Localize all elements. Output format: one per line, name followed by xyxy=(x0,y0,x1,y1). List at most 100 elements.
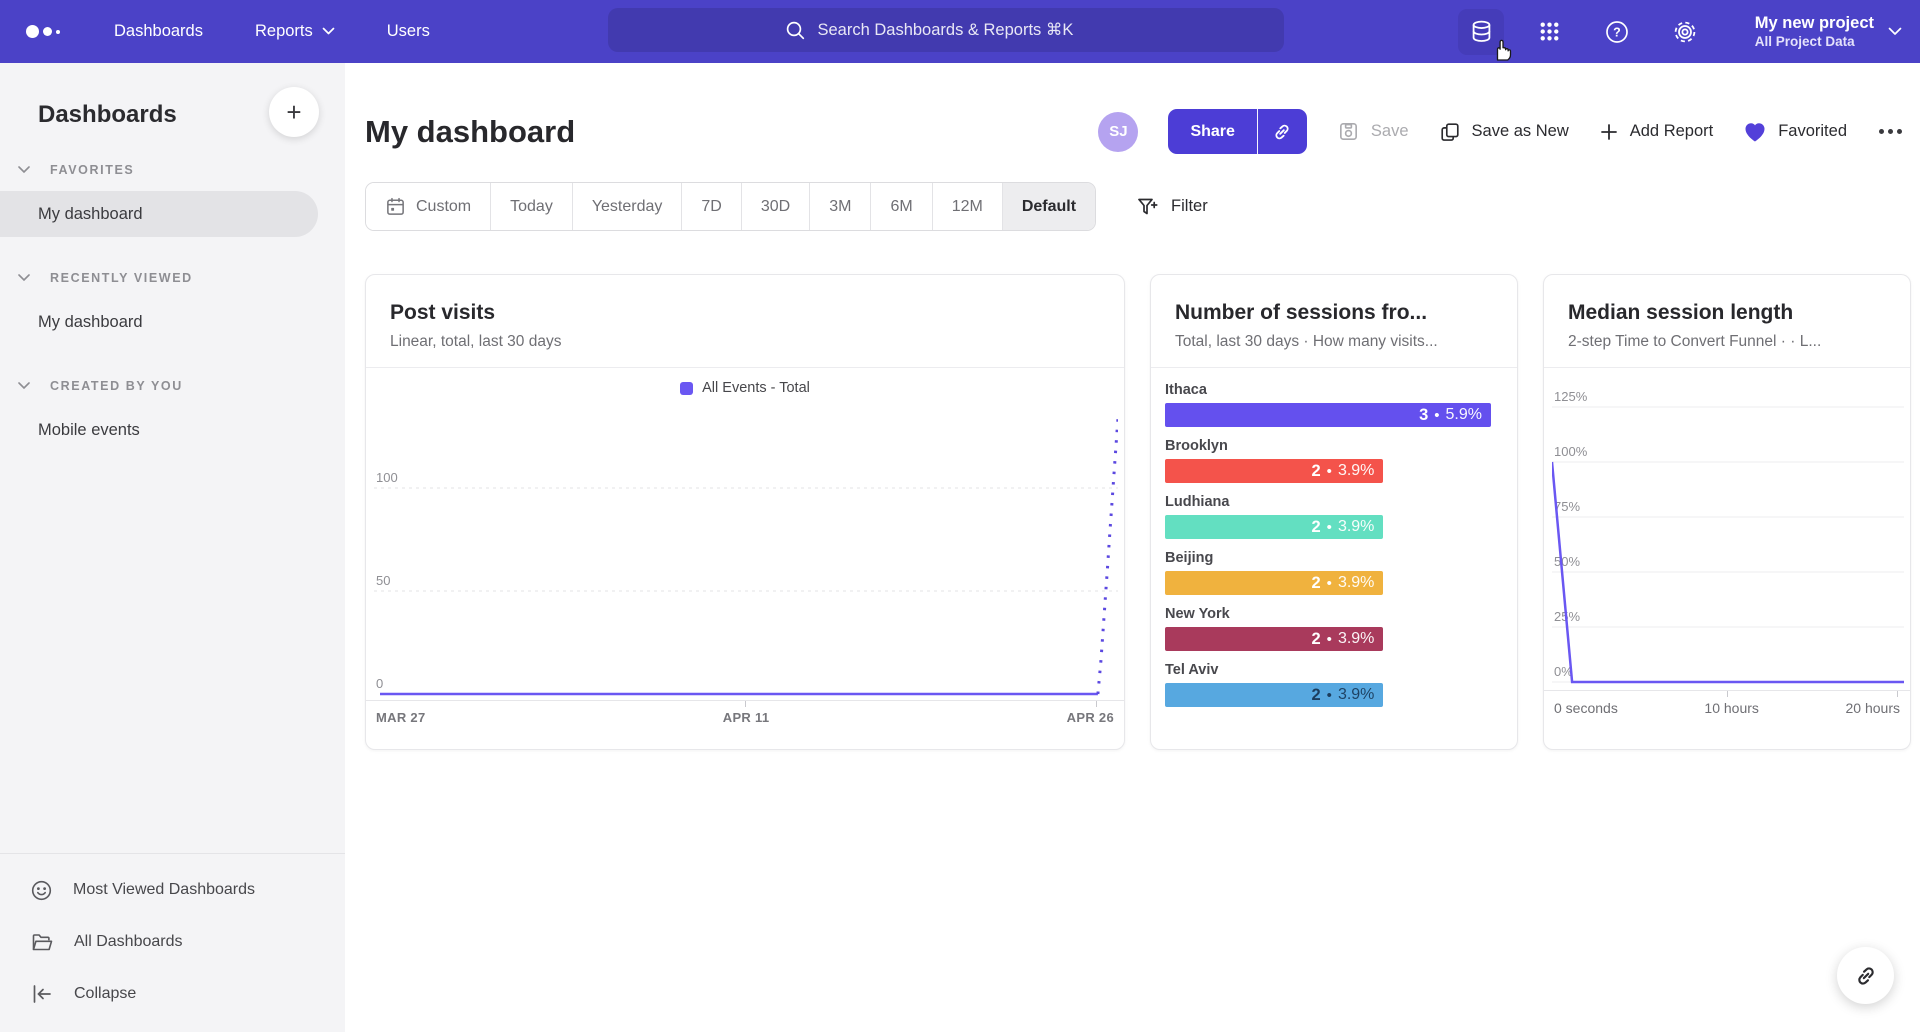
add-report-button[interactable]: Add Report xyxy=(1599,122,1713,142)
card-title[interactable]: Median session length xyxy=(1568,301,1886,325)
link-icon xyxy=(1853,963,1879,989)
dashboard-main: My dashboard SJ Share Save Save as New A… xyxy=(345,63,1920,1032)
sidebar-item-my-dashboard-recent[interactable]: My dashboard xyxy=(0,299,318,345)
post-visits-card[interactable]: Post visits Linear, total, last 30 days … xyxy=(365,274,1125,750)
favorites-section-header[interactable]: FAVORITES xyxy=(0,163,345,177)
mouse-cursor-pointer xyxy=(1490,37,1512,61)
mixpanel-logo[interactable] xyxy=(26,25,72,38)
global-search[interactable] xyxy=(608,8,1284,52)
date-tab-12m[interactable]: 12M xyxy=(933,183,1003,230)
bar-city-label: Ludhiana xyxy=(1165,494,1491,510)
date-tab-7d[interactable]: 7D xyxy=(682,183,741,230)
bar-ludhiana[interactable]: 2•3.9% xyxy=(1165,515,1383,539)
sidebar-footer: Most Viewed Dashboards All Dashboards Co… xyxy=(0,853,345,1032)
x-tick-label: APR 26 xyxy=(1067,710,1114,725)
bar-brooklyn[interactable]: 2•3.9% xyxy=(1165,459,1383,483)
bar-city-label: Ithaca xyxy=(1165,382,1491,398)
city-bar-row[interactable]: Beijing 2•3.9% xyxy=(1165,550,1491,595)
date-tab-custom[interactable]: Custom xyxy=(366,183,491,230)
duplicate-icon xyxy=(1439,121,1461,143)
more-options-button[interactable] xyxy=(1877,123,1904,140)
project-switcher[interactable]: My new project All Project Data xyxy=(1755,0,1902,63)
calendar-icon xyxy=(385,196,406,217)
x-tick-label: 0 seconds xyxy=(1554,700,1618,716)
most-viewed-dashboards-link[interactable]: Most Viewed Dashboards xyxy=(0,864,345,916)
search-icon xyxy=(785,20,806,41)
project-scope: All Project Data xyxy=(1755,33,1874,50)
date-tab-6m[interactable]: 6M xyxy=(871,183,932,230)
city-bar-row[interactable]: New York2•3.9% xyxy=(1165,606,1491,651)
sessions-by-city-card[interactable]: Number of sessions fro... Total, last 30… xyxy=(1150,274,1518,750)
city-bar-row[interactable]: Brooklyn 2•3.9% xyxy=(1165,438,1491,483)
heart-icon xyxy=(1743,121,1767,143)
primary-nav: Dashboards Reports Users xyxy=(114,22,430,41)
new-dashboard-button[interactable]: + xyxy=(269,87,319,137)
nav-reports[interactable]: Reports xyxy=(255,22,335,41)
card-title[interactable]: Number of sessions fro... xyxy=(1175,301,1493,325)
floating-link-button[interactable] xyxy=(1837,947,1894,1004)
settings-button[interactable] xyxy=(1662,9,1708,55)
card-subtitle: 2-step Time to Convert Funnel · · L... xyxy=(1568,333,1886,351)
all-dashboards-link[interactable]: All Dashboards xyxy=(0,916,345,968)
date-tab-default[interactable]: Default xyxy=(1003,183,1095,230)
city-bar-row[interactable]: Ithaca 3•5.9% xyxy=(1165,382,1491,427)
bar-beijing[interactable]: 2•3.9% xyxy=(1165,571,1383,595)
project-name: My new project xyxy=(1755,13,1874,33)
apps-grid-button[interactable] xyxy=(1526,9,1572,55)
copy-link-button[interactable] xyxy=(1257,109,1307,154)
card-title[interactable]: Post visits xyxy=(390,301,1100,325)
date-tab-3m[interactable]: 3M xyxy=(810,183,871,230)
search-input[interactable] xyxy=(818,21,1108,40)
sidebar-item-my-dashboard[interactable]: My dashboard xyxy=(0,191,318,237)
svg-text:50%: 50% xyxy=(1554,554,1580,569)
date-range-segmented-control: CustomTodayYesterday7D30D3M6M12MDefault xyxy=(365,182,1096,231)
sidebar-item-mobile-events[interactable]: Mobile events xyxy=(0,407,318,453)
date-tab-today[interactable]: Today xyxy=(491,183,573,230)
x-axis-labels: MAR 27APR 11APR 26 xyxy=(366,700,1124,725)
data-management-button[interactable] xyxy=(1458,9,1504,55)
post-visits-line-chart: 100500 xyxy=(374,400,1118,700)
favorited-button[interactable]: Favorited xyxy=(1743,121,1847,143)
filter-button[interactable]: Filter xyxy=(1136,196,1208,218)
bar-city-label: Brooklyn xyxy=(1165,438,1491,454)
svg-text:125%: 125% xyxy=(1554,389,1588,404)
date-tab-yesterday[interactable]: Yesterday xyxy=(573,183,683,230)
help-button[interactable]: ? xyxy=(1594,9,1640,55)
dashboard-actions: SJ Share Save Save as New Add Report xyxy=(1098,109,1904,154)
svg-text:100%: 100% xyxy=(1554,444,1588,459)
bar-city-label: Beijing xyxy=(1165,550,1491,566)
save-as-new-button[interactable]: Save as New xyxy=(1439,121,1569,143)
created-by-you-section-header[interactable]: CREATED BY YOU xyxy=(0,379,345,393)
help-icon: ? xyxy=(1604,19,1630,45)
folder-icon xyxy=(30,930,54,954)
x-tick-label: 20 hours xyxy=(1846,700,1900,716)
nav-dashboards[interactable]: Dashboards xyxy=(114,22,203,41)
avatar[interactable]: SJ xyxy=(1098,112,1138,152)
funnel-plus-icon xyxy=(1136,196,1160,218)
apps-grid-icon xyxy=(1537,19,1562,44)
chevron-down-icon xyxy=(18,274,30,282)
city-bar-row[interactable]: Tel Aviv2•3.9% xyxy=(1165,662,1491,707)
chevron-down-icon xyxy=(18,166,30,174)
date-filter-row: CustomTodayYesterday7D30D3M6M12MDefault … xyxy=(365,182,1920,231)
save-button[interactable]: Save xyxy=(1337,120,1409,143)
city-bar-row[interactable]: Ludhiana 2•3.9% xyxy=(1165,494,1491,539)
median-session-length-card[interactable]: Median session length 2-step Time to Con… xyxy=(1543,274,1911,750)
svg-text:0: 0 xyxy=(376,676,383,691)
recently-viewed-section-header[interactable]: RECENTLY VIEWED xyxy=(0,271,345,285)
topbar-icon-group: ? xyxy=(1458,0,1708,63)
bar-tel-aviv[interactable]: 2•3.9% xyxy=(1165,683,1383,707)
nav-users[interactable]: Users xyxy=(387,22,430,41)
bar-new-york[interactable]: 2•3.9% xyxy=(1165,627,1383,651)
save-icon xyxy=(1337,120,1360,143)
median-session-line-chart: 125%100%75%50%25%0% xyxy=(1552,368,1904,690)
settings-gear-icon xyxy=(1672,19,1698,45)
top-navbar: Dashboards Reports Users ? My new projec xyxy=(0,0,1920,63)
series-all-events-trailing-incomplete xyxy=(1098,418,1118,694)
page-title: My dashboard xyxy=(365,114,575,150)
collapse-sidebar-button[interactable]: Collapse xyxy=(0,968,345,1020)
share-button[interactable]: Share xyxy=(1168,109,1256,154)
date-tab-30d[interactable]: 30D xyxy=(742,183,810,230)
sidebar-section-favorites: FAVORITES My dashboard xyxy=(0,163,345,237)
bar-ithaca[interactable]: 3•5.9% xyxy=(1165,403,1491,427)
